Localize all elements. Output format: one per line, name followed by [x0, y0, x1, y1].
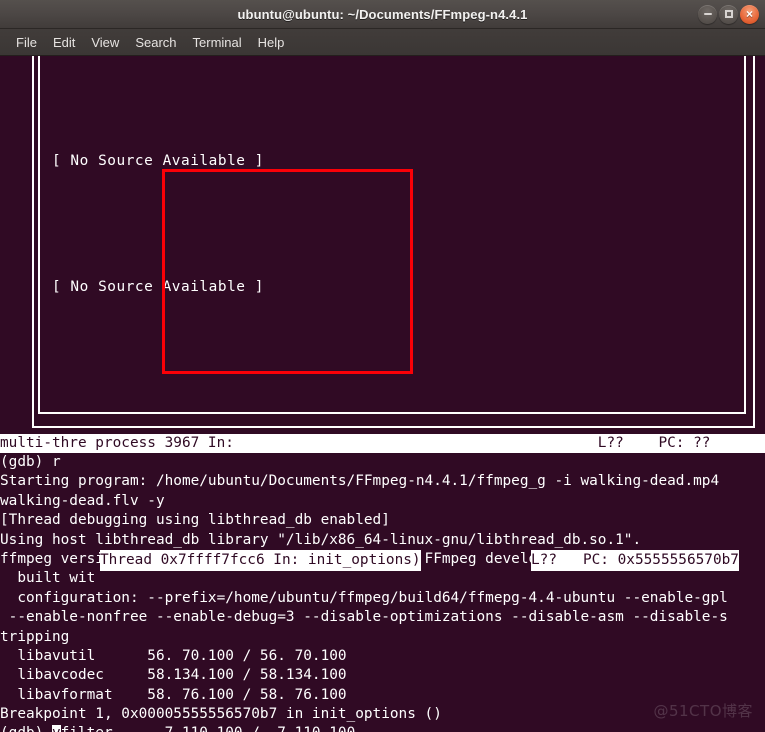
- no-source-text-2: [ No Source Available ]: [52, 279, 264, 295]
- terminal-content[interactable]: [ No Source Available ] [ No Source Avai…: [0, 56, 765, 732]
- overlay-status-right: L?? PC: 0x5555556570b7: [531, 550, 739, 572]
- console-line: Starting program: /home/ubuntu/Documents…: [0, 473, 720, 490]
- terminal-window: ubuntu@ubuntu: ~/Documents/FFmpeg-n4.4.1…: [0, 0, 765, 732]
- menubar: File Edit View Search Terminal Help: [0, 29, 765, 56]
- text-cursor: v: [51, 725, 61, 732]
- maximize-icon: [724, 10, 733, 18]
- maximize-button[interactable]: [719, 4, 738, 24]
- window-title: ubuntu@ubuntu: ~/Documents/FFmpeg-n4.4.1: [237, 6, 528, 22]
- minimize-icon: [703, 13, 712, 15]
- console-line: (gdb) r: [0, 454, 61, 470]
- console-line: tripping: [0, 628, 70, 645]
- close-icon: ×: [745, 7, 753, 21]
- console-output: (gdb) r Starting program: /home/ubuntu/D…: [0, 453, 765, 732]
- console-line: --enable-nonfree --enable-debug=3 --disa…: [0, 609, 728, 626]
- console-line: configuration: --prefix=/home/ubuntu/ffm…: [0, 589, 728, 606]
- close-button[interactable]: ×: [740, 4, 759, 24]
- menu-item-help[interactable]: Help: [250, 33, 293, 52]
- menu-item-terminal[interactable]: Terminal: [185, 33, 250, 52]
- console-line: libavcodec 58.134.100 / 58.134.100: [0, 667, 347, 684]
- gdb-prompt-line: (gdb) vfilter 7.110.100 / 7.110.100: [0, 724, 765, 732]
- tui-source-window: [ No Source Available ] [ No Source Avai…: [38, 56, 746, 414]
- console-line: Breakpoint 1, 0x00005555556570b7 in init…: [0, 706, 442, 723]
- console-line: walking-dead.flv -y: [0, 492, 165, 509]
- tui-status-bar: multi-thre process 3967 In: L?? PC: ??: [0, 434, 765, 454]
- menu-item-view[interactable]: View: [83, 33, 127, 52]
- gdb-prompt-rest: filter 7.110.100 / 7.110.100: [61, 725, 356, 732]
- titlebar[interactable]: ubuntu@ubuntu: ~/Documents/FFmpeg-n4.4.1…: [0, 0, 765, 29]
- no-source-text-1: [ No Source Available ]: [52, 153, 264, 169]
- window-controls: ×: [698, 0, 759, 28]
- console-line: libavutil 56. 70.100 / 56. 70.100: [0, 647, 347, 664]
- gdb-prompt: (gdb): [0, 725, 52, 732]
- console-line: Using host libthread_db library "/lib/x8…: [0, 531, 642, 548]
- console-line: built wit: [0, 570, 96, 587]
- menu-item-edit[interactable]: Edit: [45, 33, 83, 52]
- console-line: [Thread debugging using libthread_db ena…: [0, 512, 390, 529]
- minimize-button[interactable]: [698, 4, 717, 24]
- console-line: libavformat 58. 76.100 / 58. 76.100: [0, 686, 347, 703]
- overlay-status-left: Thread 0x7ffff7fcc6 In: init_options): [100, 550, 421, 572]
- watermark: @51CTO博客: [653, 701, 753, 720]
- menu-item-search[interactable]: Search: [127, 33, 184, 52]
- menu-item-file[interactable]: File: [8, 33, 45, 52]
